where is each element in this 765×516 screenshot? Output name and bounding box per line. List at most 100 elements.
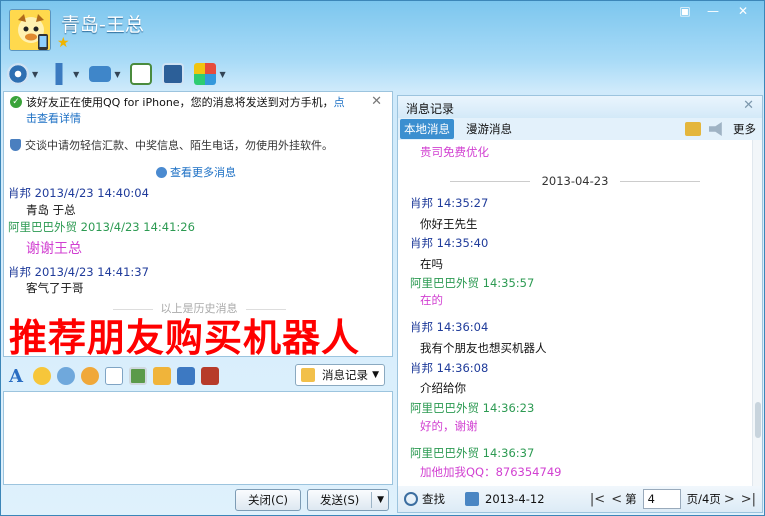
message-time: 14:36:04 xyxy=(436,320,489,334)
video-icon xyxy=(7,63,29,85)
message-text: 加他加我QQ：876354749 xyxy=(420,465,562,479)
record-title: 消息记录 xyxy=(406,102,455,116)
record-icon xyxy=(301,368,315,382)
details-link-part1[interactable]: 点 xyxy=(334,96,345,109)
page-prefix: 第 xyxy=(625,492,637,506)
qq-chat-window: 青岛-王总 ★ ▣ — ✕ ▼ ▼ ▼ ▼ ✓ 该好友正在使用QQ for iP… xyxy=(0,0,765,516)
sender-name: 肖邦 xyxy=(410,320,433,334)
date-value[interactable]: 2013-4-12 xyxy=(485,492,545,506)
message-text: 好的，谢谢 xyxy=(420,419,478,433)
message-header: 阿里巴巴外贸 14:35:57 xyxy=(410,275,534,291)
window-controls: ▣ — ✕ xyxy=(672,3,758,20)
security-notice-text: 交谈中请勿轻信汇款、中奖信息、陌生电话，勿使用外挂软件。 xyxy=(25,139,333,152)
send-label: 发送(S) xyxy=(320,493,360,507)
date-divider: 2013-04-23 xyxy=(398,174,752,188)
page-suffix: 页/4页 xyxy=(686,492,721,506)
message-header: 阿里巴巴外贸 2013/4/23 14:41:26 xyxy=(8,219,195,235)
message-time: 2013/4/23 14:41:37 xyxy=(34,265,149,279)
screen-share-icon xyxy=(162,63,185,85)
apps-icon xyxy=(194,63,217,85)
prev-page-icon[interactable]: < xyxy=(611,492,622,507)
iphone-notice-text: 该好友正在使用QQ for iPhone，您的消息将发送到对方手机， xyxy=(26,96,334,109)
doodle-icon[interactable] xyxy=(105,367,123,385)
more-link[interactable]: 更多 xyxy=(733,121,756,137)
video-call-button[interactable]: ▼ xyxy=(7,61,38,87)
remote-assist-button[interactable] xyxy=(162,61,185,87)
message-text: 青岛 于总 xyxy=(26,203,76,217)
sender-name: 肖邦 xyxy=(410,196,433,210)
message-text: 在吗 xyxy=(420,257,443,271)
sender-name: 肖邦 xyxy=(8,265,31,279)
speaker-icon[interactable] xyxy=(709,122,722,136)
overlay-caption: 推荐朋友购买机器人 xyxy=(9,316,361,360)
first-page-icon[interactable]: |< xyxy=(590,492,605,507)
contact-avatar[interactable] xyxy=(9,9,51,51)
security-notice: 交谈中请勿轻信汇款、中奖信息、陌生电话，勿使用外挂软件。 xyxy=(10,137,333,153)
record-manager-icon[interactable] xyxy=(685,122,701,136)
close-window-button[interactable]: ✕ xyxy=(728,3,758,20)
history-icon xyxy=(156,167,167,178)
chevron-down-icon: ▼ xyxy=(372,370,379,380)
main-toolbar: ▼ ▼ ▼ ▼ xyxy=(7,61,226,87)
message-text: 贵司免费优化 xyxy=(420,145,489,159)
magic-emoji-icon[interactable] xyxy=(57,367,75,385)
divider xyxy=(371,492,372,508)
emoji-icon[interactable] xyxy=(33,367,51,385)
message-text: 介绍给你 xyxy=(420,381,466,395)
sender-name: 肖邦 xyxy=(8,186,31,200)
minimize-button[interactable]: — xyxy=(700,3,726,20)
view-more-messages-link[interactable]: 查看更多消息 xyxy=(156,164,236,180)
close-button[interactable]: 关闭(C) xyxy=(235,489,301,511)
apps-button[interactable]: ▼ xyxy=(194,61,226,87)
message-time: 14:36:37 xyxy=(482,446,535,460)
sender-name: 阿里巴巴外贸 xyxy=(8,220,77,234)
scroll-thumb[interactable] xyxy=(755,402,761,438)
search-label[interactable]: 查找 xyxy=(422,491,445,507)
close-panel-icon[interactable]: ✕ xyxy=(743,98,754,113)
calendar-icon[interactable] xyxy=(465,492,479,506)
record-scrollbar[interactable] xyxy=(752,140,762,486)
page-number-input[interactable]: 4 xyxy=(642,489,681,509)
send-button[interactable]: 发送(S) ▼ xyxy=(307,489,389,511)
message-header: 肖邦 2013/4/23 14:40:04 xyxy=(8,185,149,201)
message-record-button[interactable]: 消息记录 ▼ xyxy=(295,364,385,386)
search-icon[interactable] xyxy=(404,492,418,506)
sender-name: 肖邦 xyxy=(410,361,433,375)
font-icon[interactable]: A xyxy=(9,366,27,387)
next-page-icon[interactable]: > xyxy=(724,492,735,507)
message-record-label: 消息记录 xyxy=(322,368,368,382)
shake-icon[interactable] xyxy=(81,367,99,385)
send-file-button[interactable]: ▼ xyxy=(89,61,120,87)
message-text: 客气了于哥 xyxy=(26,281,84,295)
close-notice-icon[interactable]: ✕ xyxy=(371,94,382,110)
record-header: 消息记录 ✕ xyxy=(398,96,762,118)
last-page-icon[interactable]: >| xyxy=(741,492,756,507)
star-icon: ★ xyxy=(57,35,70,51)
shield-icon xyxy=(10,139,21,151)
message-text: 谢谢王总 xyxy=(26,241,82,257)
message-input[interactable] xyxy=(3,391,393,485)
message-header: 阿里巴巴外贸 14:36:23 xyxy=(410,400,534,416)
message-header: 肖邦 14:35:40 xyxy=(410,235,488,251)
send-sms-button[interactable] xyxy=(130,61,153,87)
send-options-icon[interactable]: ▼ xyxy=(377,490,384,510)
message-time: 2013/4/23 14:41:26 xyxy=(80,220,195,234)
restore-button[interactable]: ▣ xyxy=(672,3,698,20)
details-link-part2[interactable]: 击查看详情 xyxy=(26,112,81,125)
message-header: 肖邦 2013/4/23 14:41:37 xyxy=(8,264,149,280)
message-text: 我有个朋友也想买机器人 xyxy=(420,341,547,355)
record-list[interactable]: 贵司免费优化 2013-04-23 肖邦 14:35:27 你好王先生 肖邦 1… xyxy=(398,140,752,486)
record-tools: 更多 xyxy=(685,121,756,137)
voice-call-button[interactable]: ▼ xyxy=(48,61,79,87)
screenshot-icon[interactable] xyxy=(177,367,195,385)
tab-local[interactable]: 本地消息 xyxy=(400,119,454,139)
microphone-icon xyxy=(48,63,71,85)
message-header: 肖邦 14:35:27 xyxy=(410,195,488,211)
message-time: 14:35:27 xyxy=(436,196,489,210)
music-icon[interactable] xyxy=(153,367,171,385)
tab-roaming[interactable]: 漫游消息 xyxy=(462,119,516,139)
image-icon[interactable] xyxy=(129,367,147,385)
message-header: 阿里巴巴外贸 14:36:37 xyxy=(410,445,534,461)
gift-icon[interactable] xyxy=(201,367,219,385)
message-text: 在的 xyxy=(420,293,443,307)
